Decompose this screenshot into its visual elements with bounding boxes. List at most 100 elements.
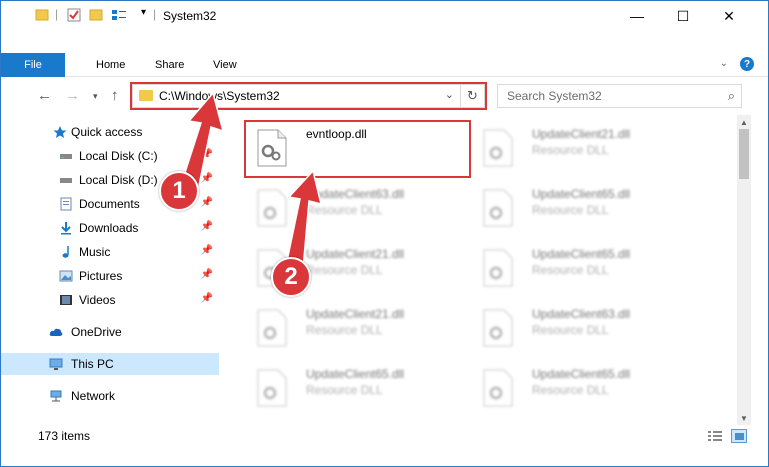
file-type: Resource DLL [532,383,609,397]
address-highlight [130,82,487,110]
file-item[interactable]: UpdateClient63.dll Resource DLL [245,181,475,237]
file-type: Resource DLL [306,263,383,277]
quick-access-dropdown[interactable]: ▾ [141,7,146,18]
file-item[interactable]: UpdateClient65.dll Resource DLL [245,361,475,417]
pin-icon[interactable]: 📌 [201,173,213,184]
nav-label: Network [71,389,116,403]
dll-file-icon [483,309,513,347]
nav-item-network[interactable]: Network [1,385,219,407]
item-count: 173 items [38,429,91,443]
drive-icon [60,154,72,159]
help-icon[interactable]: ? [740,57,754,71]
nav-item-downloads[interactable]: Downloads 📌 [1,217,219,239]
dll-file-icon [257,369,287,407]
file-type: Resource DLL [532,323,609,337]
nav-item-onedrive[interactable]: OneDrive [1,321,219,343]
tab-home[interactable]: Home [96,53,125,77]
pin-icon[interactable]: 📌 [201,293,213,304]
nav-label: Local Disk (C:) [79,149,158,163]
minimize-button[interactable]: — [614,1,660,31]
properties-icon[interactable] [67,8,81,22]
dll-file-icon [483,189,513,227]
large-icons-view-icon[interactable] [731,429,747,443]
file-type: Resource DLL [306,323,383,337]
close-button[interactable]: ✕ [706,1,752,31]
file-item[interactable]: UpdateClient65.dll Resource DLL [471,181,701,237]
search-input[interactable]: Search System32 ⌕ [497,84,742,108]
dll-file-icon [483,249,513,287]
nav-label: Music [79,245,111,259]
file-type: Resource DLL [532,203,609,217]
back-icon[interactable]: ← [37,87,52,104]
file-name: UpdateClient63.dll [306,187,405,201]
recent-locations-icon[interactable]: ▾ [93,91,98,102]
nav-label: Videos [79,293,116,307]
pin-icon[interactable]: 📌 [201,197,213,208]
nav-item-local-disk-c[interactable]: Local Disk (C:) 📌 [1,145,219,167]
pin-icon[interactable]: 📌 [201,149,213,160]
file-name: UpdateClient65.dll [306,367,405,381]
scrollbar-thumb[interactable] [739,129,749,179]
videos-icon [60,295,72,305]
pin-icon[interactable]: 📌 [201,221,213,232]
download-icon [61,222,71,235]
file-type: Resource DLL [306,383,383,397]
pin-icon[interactable]: 📌 [201,269,213,280]
window-title: System32 [163,9,217,23]
up-icon[interactable]: ↑ [111,87,119,104]
file-item[interactable]: UpdateClient21.dll Resource DLL [245,301,475,357]
music-icon [62,246,69,258]
nav-label: Quick access [71,125,143,139]
nav-item-videos[interactable]: Videos 📌 [1,289,219,311]
separator: | [55,7,59,21]
vertical-scrollbar[interactable]: ▲ ▼ [737,115,751,425]
file-name: UpdateClient21.dll [306,307,405,321]
details-view-icon[interactable] [707,429,723,443]
customize-icon[interactable] [111,8,127,22]
explorer-window: | ▾ | System32 — ☐ ✕ File Home Share Vie… [0,0,769,467]
navigation-pane: Quick access Local Disk (C:) 📌 Local Dis… [1,115,223,420]
nav-item-quick-access[interactable]: Quick access [1,121,219,143]
file-item-evntloop[interactable]: evntloop.dll [245,121,475,177]
search-placeholder: Search System32 [507,89,602,103]
file-item[interactable]: UpdateClient65.dll Resource DLL [471,361,701,417]
nav-label: This PC [71,357,114,371]
nav-label: Documents [79,197,140,211]
forward-icon[interactable]: → [65,87,80,104]
search-icon[interactable]: ⌕ [728,88,735,104]
file-name: UpdateClient65.dll [532,187,631,201]
expand-ribbon-icon[interactable]: ⌄ [720,58,728,69]
dll-file-icon [257,309,287,347]
nav-label: OneDrive [71,325,122,339]
file-name: UpdateClient21.dll [532,127,631,141]
maximize-button[interactable]: ☐ [660,1,706,31]
file-name: UpdateClient21.dll [306,247,405,261]
scroll-up-icon[interactable]: ▲ [737,115,751,129]
dll-file-icon [257,129,287,167]
file-item[interactable]: UpdateClient63.dll Resource DLL [471,301,701,357]
file-item[interactable]: UpdateClient21.dll Resource DLL [471,121,701,177]
file-name: evntloop.dll [306,127,367,141]
drive-icon [60,178,72,183]
pin-icon[interactable]: 📌 [201,245,213,256]
nav-label: Downloads [79,221,139,235]
folder-icon[interactable] [35,8,49,22]
dll-file-icon [483,369,513,407]
file-name: UpdateClient65.dll [532,247,631,261]
status-bar: 173 items [1,425,768,447]
file-type: Resource DLL [532,143,609,157]
scroll-down-icon[interactable]: ▼ [737,411,751,425]
file-item[interactable]: UpdateClient65.dll Resource DLL [471,241,701,297]
file-name: UpdateClient63.dll [532,307,631,321]
nav-item-music[interactable]: Music 📌 [1,241,219,263]
nav-item-pictures[interactable]: Pictures 📌 [1,265,219,287]
tab-view[interactable]: View [213,53,237,77]
dll-file-icon [257,189,287,227]
tab-file[interactable]: File [1,53,65,77]
separator: | [153,7,157,21]
nav-item-this-pc[interactable]: This PC [1,353,219,375]
ribbon-tabs: File Home Share View ⌄ ? [1,53,768,77]
tab-share[interactable]: Share [155,53,184,77]
new-folder-icon[interactable] [89,8,103,22]
file-name: UpdateClient65.dll [532,367,631,381]
